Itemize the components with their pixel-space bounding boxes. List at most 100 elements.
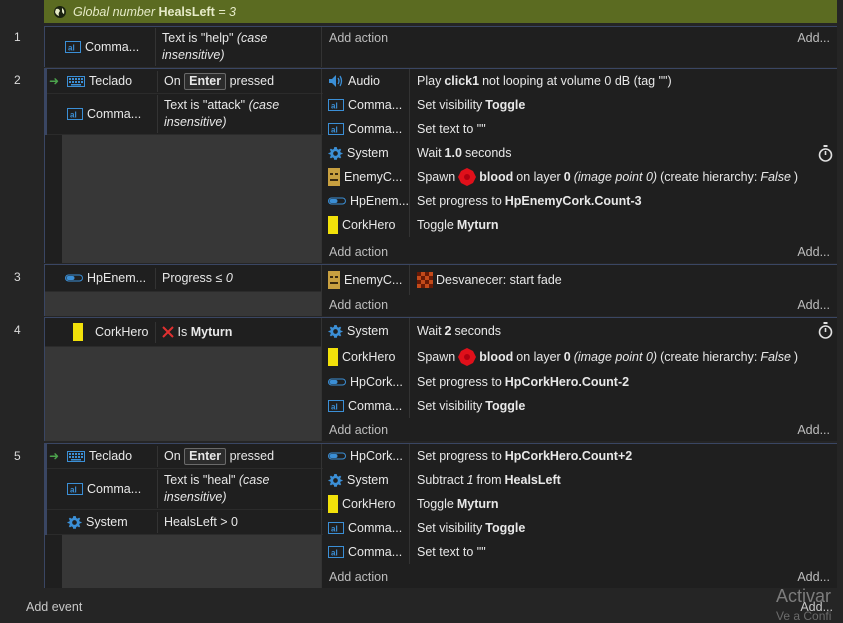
action-row[interactable]: aI Comma... Set text to "" xyxy=(322,117,837,141)
event-block[interactable]: aI Comma... Text is "help" (case insensi… xyxy=(44,26,837,68)
object-name: System xyxy=(86,515,128,529)
event-block[interactable]: ➜ Teclado On Enter pressed aI Comma... T… xyxy=(44,68,837,263)
condition-row[interactable]: System HealsLeft > 0 xyxy=(47,510,323,535)
enemy-cork-sprite-icon xyxy=(328,168,340,186)
object-name: System xyxy=(347,146,389,160)
svg-text:aI: aI xyxy=(331,102,338,111)
add-action-link[interactable]: Add action xyxy=(329,245,388,259)
add-action-more[interactable]: Add... xyxy=(797,245,830,259)
condition-row[interactable]: ➜ Teclado On Enter pressed xyxy=(47,444,323,469)
action-row[interactable]: aI Comma... Set visibility Toggle xyxy=(322,516,837,540)
trigger-arrow-icon: ➜ xyxy=(48,449,60,463)
object-name: HpEnem... xyxy=(87,271,147,285)
add-action-more[interactable]: Add... xyxy=(797,570,830,584)
add-action-link[interactable]: Add action xyxy=(329,31,388,45)
event-block[interactable]: CorkHero Is Myturn System Wait 2 seconds… xyxy=(44,317,837,441)
add-action-link[interactable]: Add action xyxy=(329,423,388,437)
text-input-icon: aI xyxy=(328,99,344,111)
action-row[interactable]: CorkHero Toggle Myturn xyxy=(322,492,837,516)
event-number: 4 xyxy=(14,323,21,337)
action-row[interactable]: System Wait 1.0 seconds xyxy=(322,141,837,165)
object-name: Comma... xyxy=(348,122,403,136)
action-row[interactable]: CorkHero Spawn blood on layer 0 (image p… xyxy=(322,344,837,370)
object-name: Comma... xyxy=(348,521,403,535)
gear-icon xyxy=(328,324,343,338)
svg-text:aI: aI xyxy=(331,525,338,534)
text-input-icon: aI xyxy=(67,483,83,495)
add-action-more[interactable]: Add... xyxy=(797,298,830,312)
action-row[interactable]: aI Comma... Set text to "" xyxy=(322,540,837,564)
keyboard-icon xyxy=(67,75,85,87)
progress-bar-icon xyxy=(328,197,346,205)
action-row[interactable]: EnemyC... Spawn blood on layer 0 (image … xyxy=(322,165,837,189)
add-action-link[interactable]: Add action xyxy=(329,570,388,584)
event-number: 3 xyxy=(14,270,21,284)
action-row[interactable]: HpEnem... Set progress to HpEnemyCork.Co… xyxy=(322,189,837,213)
object-name: Comma... xyxy=(348,545,403,559)
object-name: CorkHero xyxy=(95,325,149,339)
event-number: 2 xyxy=(14,73,21,87)
condition-row[interactable]: aI Comma... Text is "attack" (case insen… xyxy=(47,94,323,135)
event-number: 1 xyxy=(14,30,21,44)
event-block[interactable]: ➜ Teclado On Enter pressed aI Comma... T… xyxy=(44,443,837,588)
object-name: HpCork... xyxy=(350,375,403,389)
condition-row[interactable]: ➜ Teclado On Enter pressed xyxy=(47,69,323,94)
activation-watermark: Activar xyxy=(776,586,832,606)
svg-text:aI: aI xyxy=(331,126,338,135)
object-name: Comma... xyxy=(348,98,403,112)
key-badge: Enter xyxy=(184,72,227,90)
condition-row[interactable]: CorkHero Is Myturn xyxy=(45,318,321,347)
action-row[interactable]: System Wait 2 seconds xyxy=(322,318,837,344)
object-name: Teclado xyxy=(89,449,133,463)
object-name: CorkHero xyxy=(342,497,396,511)
add-event-link[interactable]: Add event xyxy=(26,600,82,614)
progress-bar-icon xyxy=(65,274,83,282)
action-row[interactable]: aI Comma... Set visibility Toggle xyxy=(322,93,837,117)
action-row[interactable]: EnemyC... Desvanecer: start fade xyxy=(322,265,837,295)
add-action-more[interactable]: Add... xyxy=(797,31,830,45)
cork-hero-sprite-icon xyxy=(328,216,338,234)
object-name: HpEnem... xyxy=(349,194,409,208)
action-row[interactable]: System Subtract 1 from HealsLeft xyxy=(322,468,837,492)
action-row[interactable]: HpCork... Set progress to HpCorkHero.Cou… xyxy=(322,444,837,468)
text-input-icon: aI xyxy=(328,123,344,135)
key-badge: Enter xyxy=(184,447,227,465)
global-value: = 3 xyxy=(218,4,236,19)
object-name: EnemyC... xyxy=(344,170,403,184)
condition-row[interactable]: aI Comma... Text is "heal" (case insensi… xyxy=(47,469,323,510)
action-column: EnemyC... Desvanecer: start fade Add act… xyxy=(321,265,837,316)
gear-icon xyxy=(67,515,82,529)
speaker-icon xyxy=(329,75,343,87)
add-action-more[interactable]: Add... xyxy=(797,423,830,437)
stopwatch-icon xyxy=(818,145,833,162)
object-name: System xyxy=(347,473,389,487)
text-input-icon: aI xyxy=(67,108,83,120)
svg-text:aI: aI xyxy=(70,111,77,120)
object-name: CorkHero xyxy=(342,218,396,232)
invert-x-icon xyxy=(162,326,174,338)
fade-behavior-icon xyxy=(417,272,433,288)
action-row[interactable]: CorkHero Toggle Myturn xyxy=(322,213,837,237)
svg-text:aI: aI xyxy=(331,549,338,558)
svg-text:aI: aI xyxy=(68,44,75,53)
global-variable-bar[interactable]: Global number HealsLeft = 3 xyxy=(44,0,837,23)
gear-icon xyxy=(328,146,343,160)
text-input-icon: aI xyxy=(328,546,344,558)
event-block[interactable]: HpEnem... Progress ≤ 0 EnemyC... Desvane… xyxy=(44,264,837,316)
object-name: System xyxy=(347,324,389,338)
action-column: Audio Play click1 not looping at volume … xyxy=(321,69,837,263)
object-name: Audio xyxy=(348,74,380,88)
action-row[interactable]: HpCork... Set progress to HpCorkHero.Cou… xyxy=(322,370,837,394)
object-name: Teclado xyxy=(89,74,133,88)
add-action-link[interactable]: Add action xyxy=(329,298,388,312)
action-row[interactable]: Audio Play click1 not looping at volume … xyxy=(322,69,837,93)
trigger-arrow-icon: ➜ xyxy=(48,74,60,88)
object-name: Comma... xyxy=(87,107,142,121)
condition-row[interactable]: HpEnem... Progress ≤ 0 xyxy=(45,265,321,292)
action-row[interactable]: aI Comma... Set visibility Toggle xyxy=(322,394,837,418)
text-input-icon: aI xyxy=(328,400,344,412)
enemy-cork-sprite-icon xyxy=(328,271,340,289)
condition-row[interactable]: aI Comma... Text is "help" (case insensi… xyxy=(45,27,321,68)
global-label: Global number xyxy=(73,4,155,19)
stopwatch-icon xyxy=(818,322,833,339)
